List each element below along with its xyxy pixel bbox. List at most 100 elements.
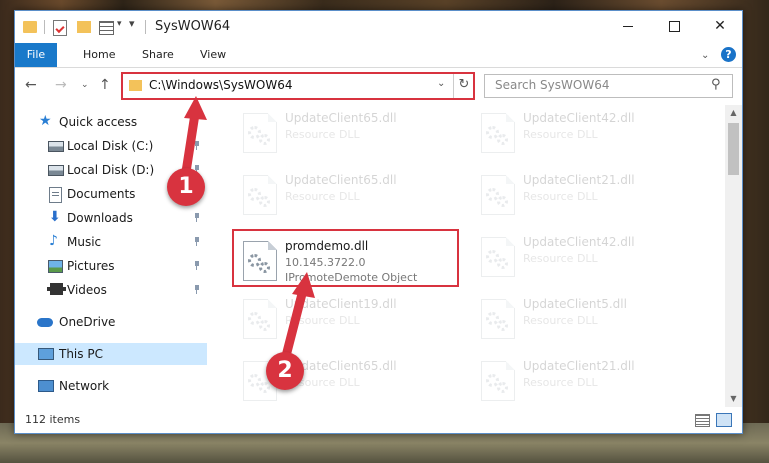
search-icon[interactable]: ⚲	[711, 77, 721, 92]
vertical-scrollbar[interactable]: ▲ ▼	[725, 105, 742, 407]
step-1-badge: 1	[167, 168, 205, 206]
scroll-up-icon[interactable]: ▲	[725, 105, 742, 121]
list-item[interactable]: UpdateClient21.dll Resource DLL	[475, 355, 695, 405]
file-type: Resource DLL	[523, 376, 598, 389]
list-item[interactable]: UpdateClient65.dll Resource DLL	[237, 169, 457, 221]
tab-file[interactable]: File	[15, 43, 57, 67]
maximize-button[interactable]	[651, 11, 697, 41]
help-icon[interactable]: ?	[721, 47, 736, 62]
file-type: Resource DLL	[523, 252, 598, 265]
sidebar-item-videos[interactable]: Videos	[15, 279, 207, 301]
sidebar-item-network[interactable]: Network	[15, 375, 207, 397]
dll-file-icon	[243, 113, 277, 153]
sidebar-item-label: Videos	[67, 283, 107, 297]
sidebar-item-local-disk-c[interactable]: Local Disk (C:)	[15, 135, 207, 157]
dll-file-icon	[481, 299, 515, 339]
sidebar-item-pictures[interactable]: Pictures	[15, 255, 207, 277]
gear-icon	[497, 196, 508, 207]
dll-file-icon	[481, 237, 515, 277]
customize-toolbar-icon[interactable]: ▾	[129, 17, 135, 30]
pin-icon[interactable]	[193, 285, 201, 294]
sidebar-item-label: Documents	[67, 187, 136, 201]
gear-icon	[259, 134, 270, 145]
close-button[interactable]: ✕	[697, 11, 742, 41]
drive-icon	[48, 141, 64, 152]
address-bar[interactable]: C:\Windows\SysWOW64 ⌄ ↻	[121, 72, 475, 100]
tab-home[interactable]: Home	[73, 43, 125, 67]
address-path[interactable]: C:\Windows\SysWOW64	[149, 78, 293, 92]
tab-share[interactable]: Share	[132, 43, 184, 67]
view-icon[interactable]	[99, 21, 114, 35]
pc-icon	[38, 348, 54, 360]
dll-file-icon	[243, 299, 277, 339]
sidebar-item-label: Downloads	[67, 211, 133, 225]
toolbar-separator	[44, 20, 45, 34]
list-item[interactable]: UpdateClient42.dll Resource DLL	[475, 107, 695, 159]
tiles-view-icon[interactable]	[716, 413, 732, 427]
file-type: Resource DLL	[523, 190, 598, 203]
file-type: Resource DLL	[285, 128, 360, 141]
scroll-down-icon[interactable]: ▼	[725, 391, 742, 407]
file-name: UpdateClient65.dll	[285, 111, 397, 125]
status-bar: 112 items	[15, 409, 742, 431]
minimize-button[interactable]	[605, 11, 651, 41]
explorer-window: ▾ ▾ SysWOW64 ✕ File Home Share View ⌄ ? …	[14, 10, 743, 434]
tab-view[interactable]: View	[190, 43, 236, 67]
window-title: SysWOW64	[155, 19, 231, 34]
sidebar-item-downloads[interactable]: ⬇ Downloads	[15, 207, 207, 229]
gear-icon	[259, 320, 270, 331]
pin-icon[interactable]	[193, 213, 201, 222]
file-name: UpdateClient5.dll	[523, 297, 627, 311]
gear-icon	[497, 320, 508, 331]
back-button[interactable]: ←	[25, 77, 37, 93]
search-input[interactable]: Search SysWOW64	[495, 78, 609, 92]
recent-locations-icon[interactable]: ⌄	[81, 80, 89, 90]
refresh-button[interactable]: ↻	[453, 74, 474, 98]
dll-file-icon	[481, 175, 515, 215]
sidebar-item-label: Local Disk (C:)	[67, 139, 154, 153]
title-bar: ▾ ▾ SysWOW64 ✕	[15, 11, 742, 43]
highlight-box	[232, 229, 459, 287]
file-name: UpdateClient65.dll	[285, 173, 397, 187]
step-2-badge: 2	[266, 352, 304, 390]
pin-icon[interactable]	[193, 261, 201, 270]
list-item[interactable]: UpdateClient42.dll Resource DLL	[475, 231, 695, 283]
list-item[interactable]: UpdateClient21.dll Resource DLL	[475, 169, 695, 221]
sidebar-item-quick-access[interactable]: ★ Quick access	[15, 111, 207, 133]
up-button[interactable]: ↑	[99, 77, 111, 93]
dll-file-icon	[481, 113, 515, 153]
sidebar-item-this-pc[interactable]: This PC	[15, 343, 207, 365]
ribbon-expand-icon[interactable]: ⌄	[701, 50, 709, 61]
sidebar-item-music[interactable]: ♪ Music	[15, 231, 207, 253]
scroll-thumb[interactable]	[728, 123, 739, 175]
ribbon-tabs: File Home Share View ⌄ ?	[15, 43, 742, 68]
file-name: UpdateClient19.dll	[285, 297, 397, 311]
properties-icon[interactable]	[53, 20, 67, 36]
videos-icon	[47, 283, 66, 295]
gear-icon	[497, 382, 508, 393]
details-view-icon[interactable]	[695, 414, 710, 427]
folder-icon	[129, 80, 142, 91]
documents-icon	[49, 187, 62, 203]
list-item[interactable]: UpdateClient65.dll Resource DLL	[237, 107, 457, 159]
list-item[interactable]: UpdateClient5.dll Resource DLL	[475, 293, 695, 345]
file-name: UpdateClient42.dll	[523, 111, 635, 125]
sidebar-item-label: This PC	[59, 347, 103, 361]
search-box[interactable]: Search SysWOW64 ⚲	[484, 74, 733, 98]
gear-icon	[259, 196, 270, 207]
forward-button[interactable]: →	[55, 77, 67, 93]
dll-file-icon	[481, 361, 515, 401]
file-type: Resource DLL	[523, 314, 598, 327]
item-count: 112 items	[25, 413, 81, 426]
list-item[interactable]: UpdateClient19.dll Resource DLL	[237, 293, 457, 345]
maximize-icon	[668, 20, 680, 32]
new-folder-icon[interactable]	[77, 21, 91, 33]
address-dropdown-icon[interactable]: ⌄	[437, 78, 445, 89]
gear-icon	[497, 134, 508, 145]
qa-dropdown-icon[interactable]: ▾	[117, 19, 122, 29]
navigation-bar: ← → ⌄ ↑ C:\Windows\SysWOW64 ⌄ ↻ Search S…	[15, 68, 742, 102]
pin-icon[interactable]	[193, 141, 201, 150]
pin-icon[interactable]	[193, 237, 201, 246]
sidebar-item-onedrive[interactable]: OneDrive	[15, 311, 207, 333]
file-name: UpdateClient21.dll	[523, 359, 635, 373]
